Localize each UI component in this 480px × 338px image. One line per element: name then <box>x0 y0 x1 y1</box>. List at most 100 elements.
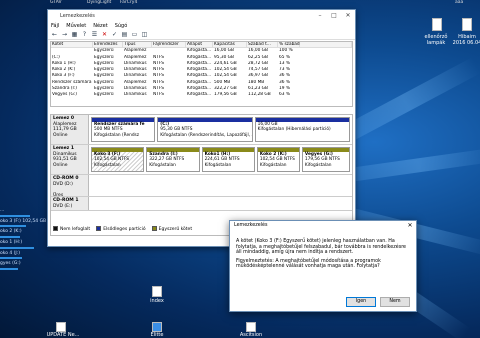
partition-status: Kifogástalan <box>259 162 287 168</box>
drive-widget-row: oko 2 (K:) <box>0 229 22 235</box>
column-header[interactable]: Fájlrendszer <box>152 42 186 48</box>
column-header <box>300 42 352 48</box>
table-cell: 63 % <box>279 92 290 98</box>
column-header[interactable]: % szabad <box>278 42 300 48</box>
table-cell: Vegyes (G:) <box>52 92 77 98</box>
disk-row: CD-ROM 0 DVD (D:) Üres <box>51 175 352 198</box>
document-icon[interactable] <box>462 18 472 31</box>
dialog-message: A kötet (Koko 3 (F:) Egyszerű kötet) jel… <box>236 239 407 256</box>
desktop-label[interactable]: FarCry4 <box>120 0 137 5</box>
no-button[interactable]: Nem <box>380 297 410 307</box>
disk-row: CD-ROM 1 DVD (E:) <box>51 197 352 211</box>
partition-block[interactable]: Koko1 (H:) 224,61 GB NTFS Kifogástalan <box>201 147 255 172</box>
volume-list: Kötet Elrendezés Típus Fájlrendszer Álla… <box>50 41 353 107</box>
table-cell: Dinamikus <box>124 92 147 98</box>
disk-info[interactable]: CD-ROM 1 DVD (E:) <box>51 197 89 210</box>
column-header[interactable]: Kötet <box>51 42 93 48</box>
disk-detail: DVD (E:) <box>53 203 73 209</box>
back-icon[interactable]: ← <box>51 31 58 38</box>
close-icon[interactable]: ✕ <box>404 221 416 231</box>
partition-status: Kifogástalan (Rendszerindítás, Lapozófáj… <box>160 132 253 138</box>
dialog-titlebar[interactable]: Lemezkezelés ✕ <box>230 221 416 231</box>
desktop-icon-label[interactable]: UPDATE Ne... <box>44 332 82 338</box>
close-icon[interactable]: ✕ <box>341 12 355 19</box>
menu-bar: Fájl Művelet Nézet Súgó <box>48 21 355 30</box>
disk-row: Lemez 0 Alaplemez 111,79 GB Online Rendszer … <box>51 115 352 145</box>
disk-icon[interactable]: ◫ <box>141 31 148 38</box>
disk-map: Lemez 0 Alaplemez 111,79 GB Online Rendszer … <box>50 114 353 236</box>
delete-icon[interactable]: ✕ <box>101 31 108 38</box>
menu-view[interactable]: Nézet <box>93 23 107 29</box>
partition-block[interactable]: Rendszer számára fe 500 MB NTFS Kifogástal… <box>91 117 156 142</box>
disk-row: Lemez 1 Dinamikus 931,51 GB Online Koko 3 (F… <box>51 145 352 175</box>
drive-widget: ... oko 3 (F:) 102,54 GB oko 2 (K:) oko … <box>0 208 47 272</box>
drive-usage-bar <box>0 267 18 270</box>
partition-block[interactable]: Szandra (I:) 322,27 GB NTFS Kifogástalan <box>146 147 200 172</box>
partition-status: Kifogástalan <box>149 162 176 168</box>
desktop-label[interactable]: DyingLight <box>87 0 111 5</box>
disk-info[interactable]: CD-ROM 0 DVD (D:) Üres <box>51 175 89 198</box>
minimize-icon[interactable]: – <box>313 12 327 19</box>
desktop-icon-label[interactable]: Hibaim 2016 06.04 <box>452 34 480 46</box>
table-cell: NTFS <box>153 92 164 98</box>
partition-block[interactable]: 16,00 GB Kifogástalan (Hibernálási partíc… <box>254 117 350 142</box>
yes-button[interactable]: Igen <box>346 297 376 307</box>
column-header[interactable]: Szabad t... <box>247 42 278 48</box>
legend-swatch <box>96 226 102 231</box>
folder-icon[interactable]: ▭ <box>131 31 138 38</box>
drive-usage-bar <box>0 225 26 228</box>
file-icon[interactable] <box>152 286 162 297</box>
document-icon[interactable] <box>432 18 442 31</box>
table-row[interactable]: Vegyes (G:) Egyszerű Dinamikus NTFS Kifogást… <box>51 92 352 98</box>
drive-widget-row: oko 4 (J:) <box>0 250 21 256</box>
menu-help[interactable]: Súgó <box>115 23 128 29</box>
legend-item: Elsődleges partíció <box>96 226 146 232</box>
column-header[interactable]: Típus <box>123 42 152 48</box>
partition-status: Kifogástalan (Rendsz <box>94 132 140 138</box>
desktop-icon-label[interactable]: Elitte <box>140 332 174 338</box>
file-icon[interactable] <box>246 322 256 332</box>
properties-icon[interactable]: ▤ <box>121 31 128 38</box>
dialog-title: Lemezkezelés <box>234 223 268 228</box>
partition-strip: Koko 3 (F:) 102,54 GB NTFS Kifogástalan Sza… <box>89 145 352 174</box>
partition-block[interactable]: Vegyes (G:) 179,56 GB NTFS Kifogástalan <box>301 147 351 172</box>
column-header[interactable]: Kapacitás <box>213 42 247 48</box>
partition-block[interactable]: (C:) 95,30 GB NTFS Kifogástalan (Rendszeri… <box>157 117 253 142</box>
drive-widget-row: oko 1 (H:) <box>0 239 23 245</box>
help-icon[interactable]: ? <box>81 31 88 38</box>
volume-list-body: Egyszerű Alaplemez Kifogásta... 16,00 GB 16,… <box>51 48 352 98</box>
desktop-icon-label[interactable]: index <box>140 298 174 304</box>
partition-block[interactable]: Koko 3 (F:) 102,54 GB NTFS Kifogástalan <box>91 147 145 172</box>
disk-detail: Online <box>53 132 68 138</box>
desktop-label[interactable]: GTAV <box>50 0 62 5</box>
grid-icon[interactable]: ▦ <box>71 31 78 38</box>
partition-block[interactable]: Koko 2 (K:) 102,54 GB NTFS Kifogástalan <box>256 147 300 172</box>
file-icon[interactable] <box>56 322 66 332</box>
column-header[interactable]: Állapot <box>186 42 213 48</box>
partition-strip <box>89 175 352 196</box>
desktop-icon-label[interactable]: ellenőrző lampák <box>420 34 452 46</box>
drive-usage-bar <box>0 257 22 260</box>
maximize-icon[interactable]: □ <box>327 12 341 19</box>
drive-widget-row: oko 3 (F:) 102,54 GB <box>0 218 47 224</box>
partition-status: Kifogástalan <box>204 162 232 168</box>
list-icon[interactable]: ☰ <box>91 31 98 38</box>
dialog-buttons: Igen Nem <box>346 297 410 307</box>
desktop-icon-label[interactable]: Ascitsion <box>234 332 268 338</box>
forward-icon[interactable]: → <box>61 31 68 38</box>
partition-status: Kifogástalan (Hibernálási partíció) <box>257 127 331 133</box>
legend: Nem lefoglalt Elsődleges partíció Egysze… <box>53 225 192 233</box>
window-titlebar[interactable]: Lemezkezelés – □ ✕ <box>48 10 355 21</box>
legend-item: Nem lefoglalt <box>53 226 90 232</box>
disk-info[interactable]: Lemez 0 Alaplemez 111,79 GB Online <box>51 115 89 144</box>
desktop-label[interactable]: aaa <box>455 0 463 5</box>
file-icon[interactable] <box>152 322 162 332</box>
drive-usage-bar <box>0 214 30 217</box>
menu-file[interactable]: Fájl <box>51 23 59 29</box>
column-header[interactable]: Elrendezés <box>93 42 123 48</box>
disk-info[interactable]: Lemez 1 Dinamikus 931,51 GB Online <box>51 145 89 174</box>
drive-widget-row: gyes (G:) <box>0 261 21 267</box>
checkmark-icon[interactable]: ✓ <box>111 31 118 38</box>
menu-action[interactable]: Művelet <box>66 23 86 29</box>
dialog-warning: Figyelmeztetés: A meghajtóbetűjel módosí… <box>236 258 381 270</box>
